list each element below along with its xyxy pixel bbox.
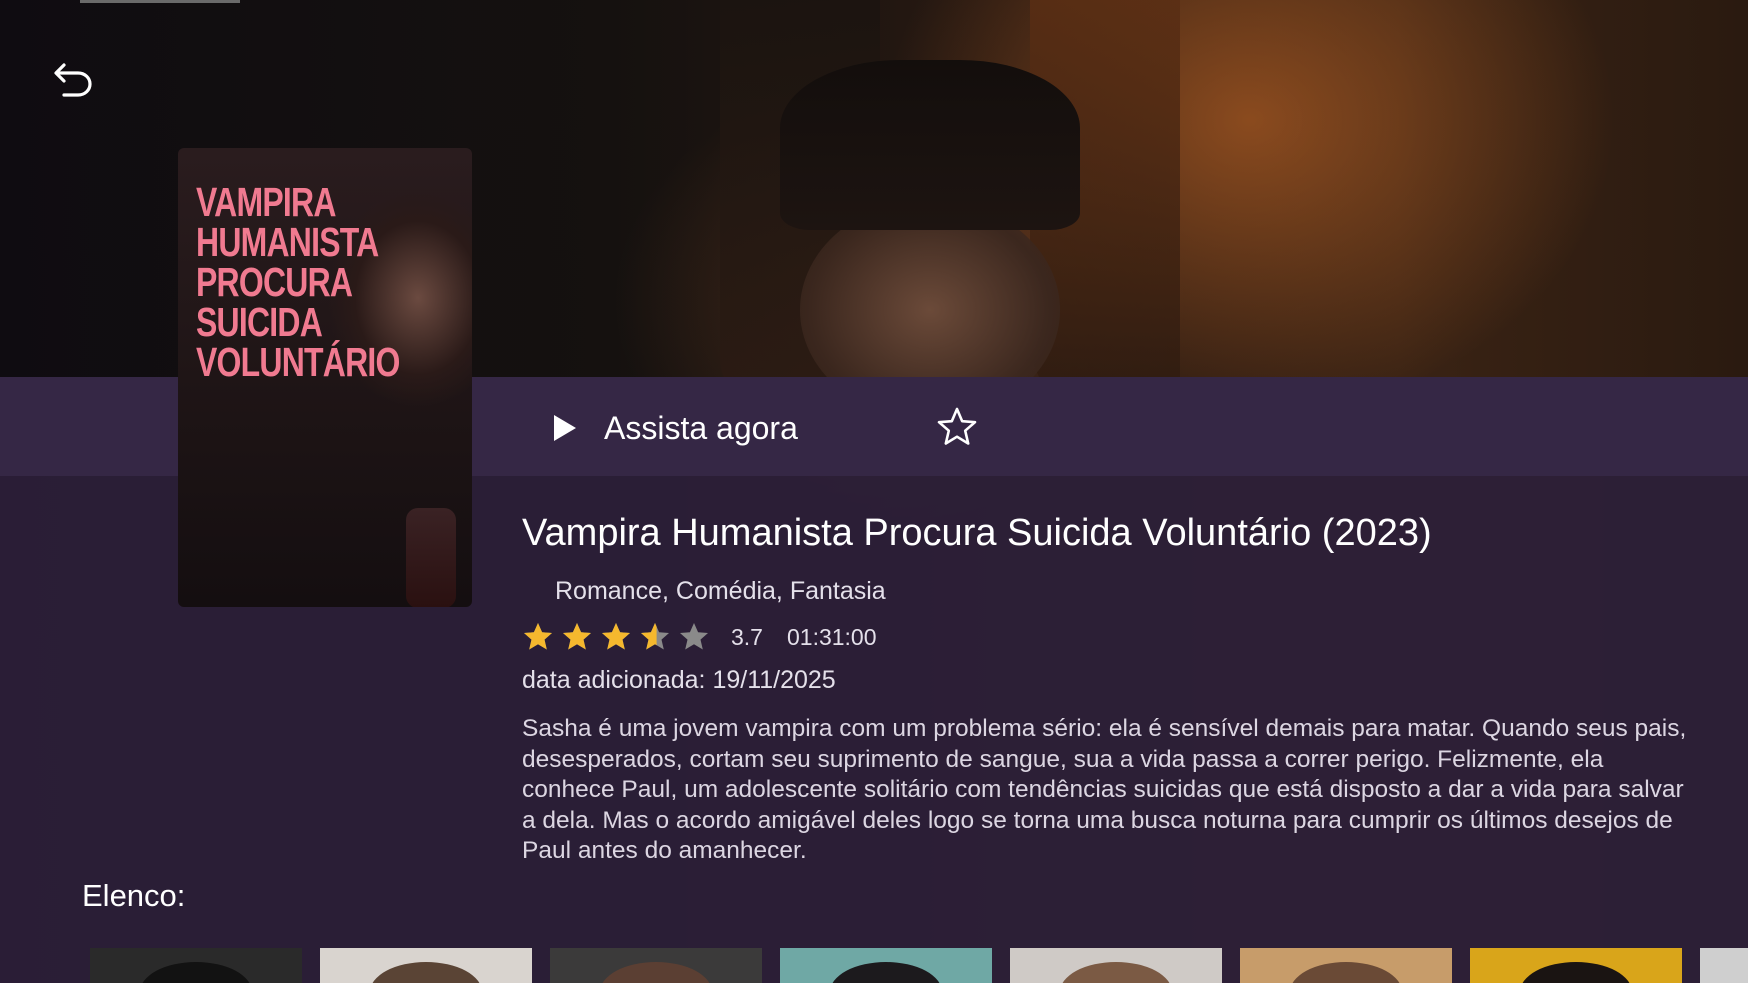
cast-member-card[interactable] xyxy=(1240,948,1452,983)
movie-synopsis: Sasha é uma jovem vampira com um problem… xyxy=(522,715,1687,864)
cast-member-card[interactable] xyxy=(1470,948,1682,983)
movie-poster: Vampira Humanista Procura Suicida Volunt… xyxy=(178,148,472,607)
cast-photo xyxy=(1290,962,1402,983)
play-icon xyxy=(554,415,576,441)
rating-row: 3.7 01:31:00 xyxy=(522,620,877,654)
cast-member-card[interactable] xyxy=(780,948,992,983)
cast-member-card[interactable] xyxy=(550,948,762,983)
rating-stars xyxy=(522,621,717,653)
date-added: data adicionada: 19/11/2025 xyxy=(522,666,836,695)
movie-genres: Romance, Comédia, Fantasia xyxy=(555,577,886,605)
cast-photo xyxy=(830,962,942,983)
rating-star-icon xyxy=(563,623,591,650)
watch-now-label: Assista agora xyxy=(604,409,798,446)
rating-value: 3.7 xyxy=(731,623,763,650)
cast-photo xyxy=(1520,962,1632,983)
cast-photo xyxy=(1060,962,1172,983)
movie-duration: 01:31:00 xyxy=(786,623,877,650)
watch-now-button[interactable]: Assista agora xyxy=(552,402,798,454)
cast-photo xyxy=(600,962,712,983)
cast-member-card[interactable] xyxy=(320,948,532,983)
back-button[interactable] xyxy=(50,55,98,103)
cast-photo xyxy=(140,962,252,983)
cast-member-card[interactable] xyxy=(90,948,302,983)
cast-member-card[interactable] xyxy=(1700,948,1748,983)
cast-member-card[interactable] xyxy=(1010,948,1222,983)
rating-star-icon xyxy=(680,623,708,650)
date-added-label: data adicionada: xyxy=(522,666,706,694)
poster-bottle xyxy=(406,508,456,607)
poster-title: Vampira Humanista Procura Suicida Volunt… xyxy=(196,179,400,385)
star-outline-icon xyxy=(937,407,977,445)
rating-star-icon xyxy=(602,623,630,650)
back-arrow-icon xyxy=(54,63,92,97)
cast-list[interactable] xyxy=(90,948,1748,983)
cast-heading: Elenco: xyxy=(82,878,186,913)
favorite-button[interactable] xyxy=(934,404,980,450)
top-progress-line xyxy=(80,0,240,3)
rating-star-icon xyxy=(524,623,552,650)
movie-title: Vampira Humanista Procura Suicida Volunt… xyxy=(522,512,1432,554)
date-added-value: 19/11/2025 xyxy=(712,666,836,694)
cast-photo xyxy=(370,962,482,983)
rating-star-icon xyxy=(641,623,669,650)
